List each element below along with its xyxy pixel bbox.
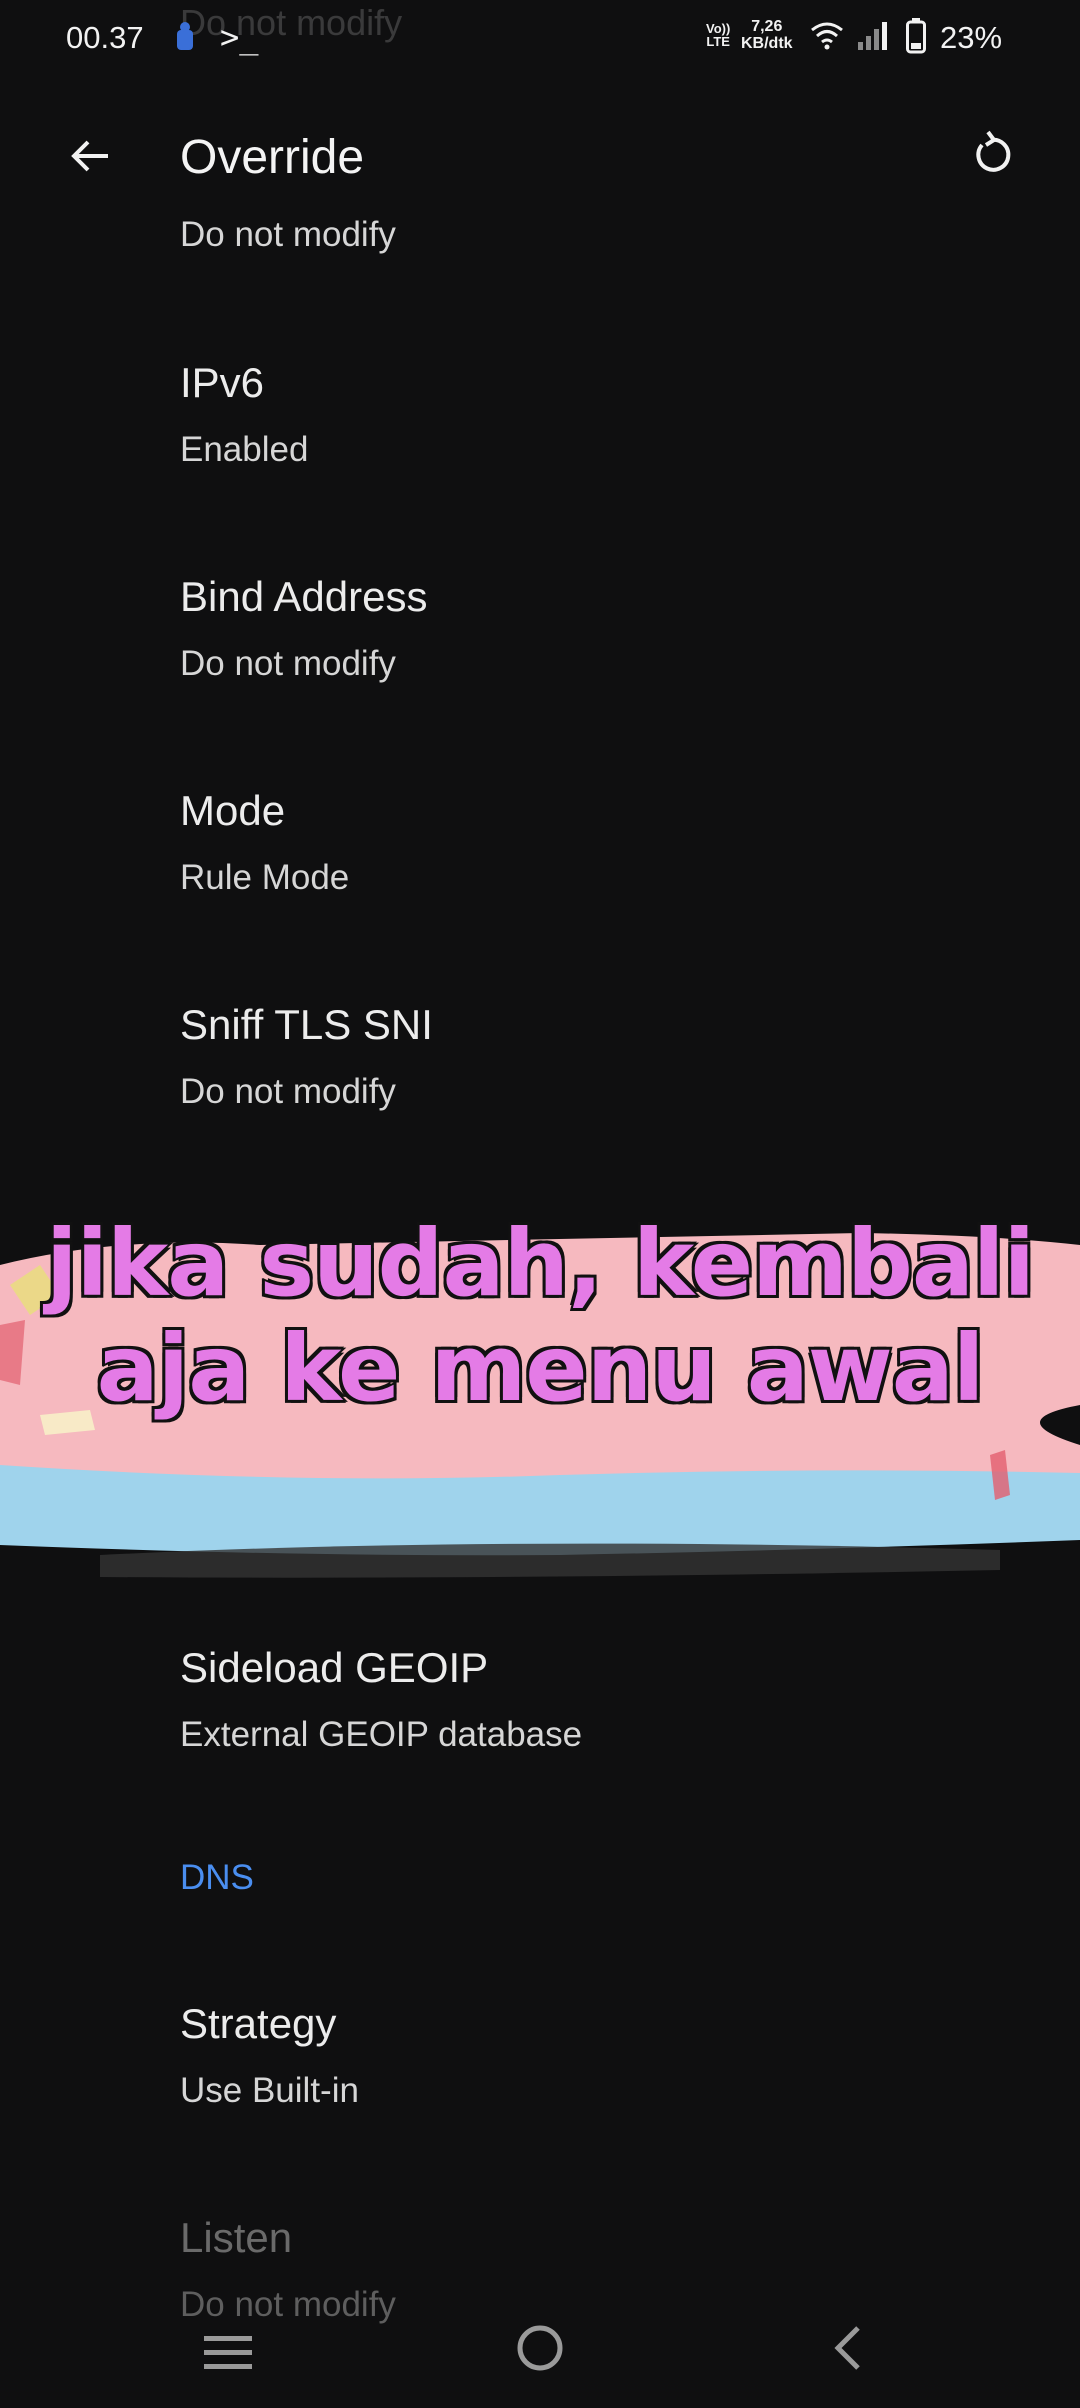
- list-item-subtitle: Do not modify: [180, 1072, 396, 1111]
- battery-percent: 23%: [940, 20, 1003, 55]
- wifi-icon: [811, 22, 843, 50]
- list-item-mode[interactable]: Mode Rule Mode: [180, 785, 1040, 901]
- list-item-title: Sideload GEOIP: [180, 1644, 489, 1691]
- volte-icon: Vo)) LTE: [706, 21, 731, 49]
- list-item-subtitle: Enabled: [180, 430, 309, 469]
- caption-line-2: aja ke menu awal: [95, 1313, 987, 1424]
- list-item-bind-address[interactable]: Bind Address Do not modify: [180, 571, 1040, 687]
- list-item-title: Mode: [180, 787, 286, 834]
- app-bar: Override: [0, 110, 1080, 200]
- list-item-title: IPv6: [180, 359, 265, 406]
- caption-overlay: jika sudah, kembali aja ke menu awal: [0, 1205, 1080, 1615]
- chevron-left-icon[interactable]: [828, 2322, 868, 2374]
- arrow-left-icon[interactable]: [60, 126, 120, 186]
- caption-line-1: jika sudah, kembali: [44, 1208, 1037, 1319]
- list-item-subtitle: Do not modify: [180, 644, 396, 683]
- navigation-bar: [0, 2300, 1080, 2408]
- terminal-icon: >_: [220, 18, 259, 56]
- list-item-strategy[interactable]: Strategy Use Built-in: [180, 1998, 1040, 2114]
- ghost-text: Do not modify: [180, 2, 403, 43]
- signal-icon: [858, 22, 887, 50]
- list-item-ipv6[interactable]: IPv6 Enabled: [180, 357, 1040, 473]
- screen: Do not modify 00.37 >_ Vo)) LTE 7,26 KB/…: [0, 0, 1080, 2408]
- status-bar: Do not modify 00.37 >_ Vo)) LTE 7,26 KB/…: [0, 0, 1080, 80]
- list-item-title: Sniff TLS SNI: [180, 1001, 433, 1048]
- battery-icon: [906, 18, 926, 54]
- notification-app-icon: [177, 22, 193, 50]
- restore-icon[interactable]: [960, 126, 1020, 186]
- network-speed: 7,26 KB/dtk: [741, 18, 793, 52]
- list-item-subtitle: Do not modify: [180, 215, 396, 254]
- home-circle-icon[interactable]: [514, 2322, 566, 2374]
- list-item-title: Strategy: [180, 2000, 337, 2047]
- status-time: 00.37: [66, 20, 144, 55]
- list-item-sniff-tls-sni[interactable]: Sniff TLS SNI Do not modify: [180, 999, 1040, 1115]
- menu-lines-icon[interactable]: [200, 2328, 256, 2378]
- list-item-title: Bind Address: [180, 573, 428, 620]
- page-title: Override: [180, 131, 365, 184]
- section-header-dns: DNS: [180, 1858, 254, 1897]
- list-item-title: Listen: [180, 2214, 293, 2261]
- list-item-subtitle: Use Built-in: [180, 2071, 359, 2110]
- list-item-partial[interactable]: Do not modify: [180, 212, 1040, 258]
- list-item-subtitle: Rule Mode: [180, 858, 350, 897]
- list-item-sideload-geoip[interactable]: Sideload GEOIP External GEOIP database: [180, 1642, 1040, 1758]
- list-item-subtitle: External GEOIP database: [180, 1715, 583, 1754]
